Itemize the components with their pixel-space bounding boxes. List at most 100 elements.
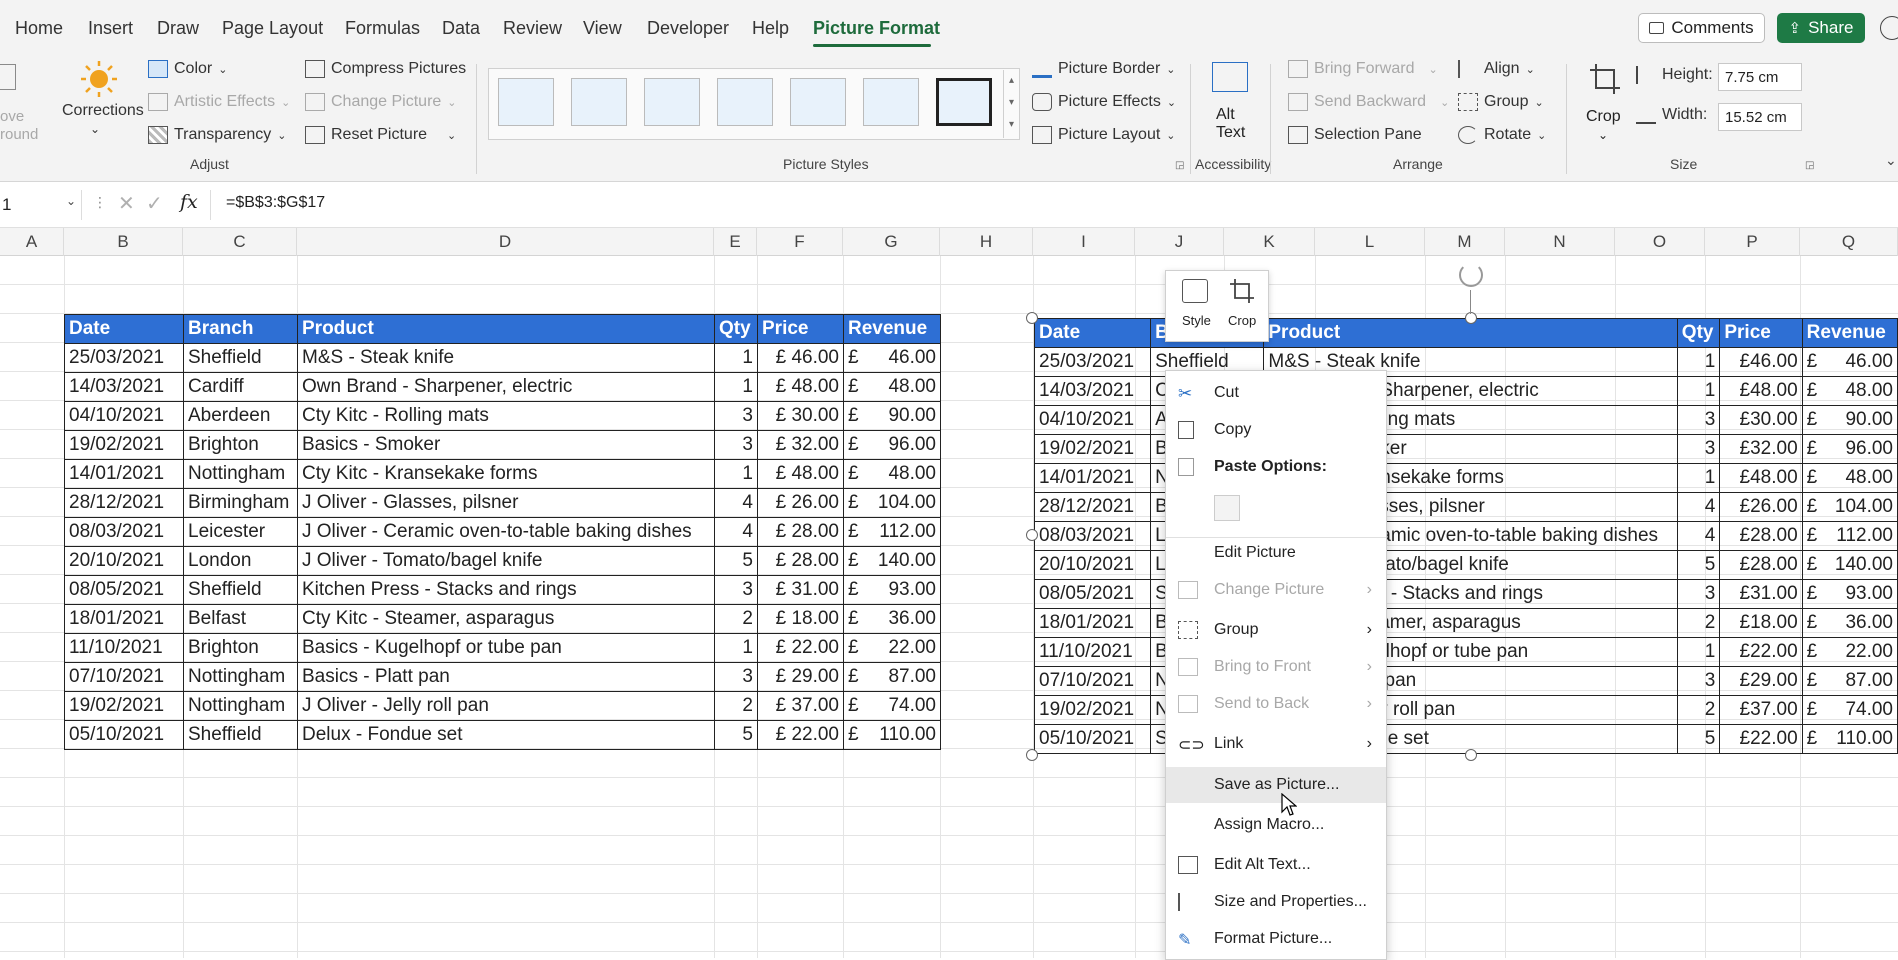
menu-assign-macro[interactable]: Assign Macro... — [1166, 807, 1386, 843]
cell-date[interactable]: 05/10/2021 — [64, 720, 184, 750]
cell-product[interactable]: J Oliver - Jelly roll pan — [297, 691, 715, 721]
cell-qty[interactable]: 3 — [714, 401, 758, 431]
cell-qty[interactable]: 4 — [714, 488, 758, 518]
feedback-smiley-icon[interactable] — [1880, 16, 1898, 40]
tab-home[interactable]: Home — [15, 18, 63, 39]
header-branch[interactable]: Branch — [183, 314, 298, 344]
header-revenue[interactable]: Revenue — [843, 314, 941, 344]
cell-price[interactable]: £ 32.00 — [757, 430, 844, 460]
cell-date[interactable]: 19/02/2021 — [64, 430, 184, 460]
cell-qty[interactable]: 3 — [714, 662, 758, 692]
send-backward-button[interactable]: Send Backward ⌄ — [1288, 93, 1449, 111]
cancel-icon[interactable]: ✕ — [118, 191, 135, 216]
picture-style-4[interactable] — [717, 78, 773, 126]
cell-revenue[interactable]: £87.00 — [843, 662, 941, 692]
cell-branch[interactable]: Leicester — [183, 517, 298, 547]
cell-price[interactable]: £ 29.00 — [757, 662, 844, 692]
tab-formulas[interactable]: Formulas — [345, 18, 420, 39]
cell-date[interactable]: 18/01/2021 — [64, 604, 184, 634]
cell-product[interactable]: J Oliver - Ceramic oven-to-table baking … — [297, 517, 715, 547]
name-box-dropdown-icon[interactable]: ⌄ — [66, 194, 76, 208]
enter-icon[interactable]: ✓ — [146, 191, 163, 216]
cell-revenue[interactable]: £36.00 — [843, 604, 941, 634]
crop-button[interactable]: Crop ⌄ — [1580, 60, 1630, 152]
picture-effects-button[interactable]: Picture Effects ⌄ — [1032, 93, 1176, 111]
picture-style-7[interactable] — [936, 78, 992, 126]
picture-style-5[interactable] — [790, 78, 846, 126]
menu-send-to-back[interactable]: Send to Back › — [1166, 686, 1386, 722]
cell-date[interactable]: 25/03/2021 — [64, 343, 184, 373]
cell-branch[interactable]: Nottingham — [183, 459, 298, 489]
cell-branch[interactable]: Belfast — [183, 604, 298, 634]
cell-branch[interactable]: Brighton — [183, 633, 298, 663]
cell-revenue[interactable]: £48.00 — [843, 372, 941, 402]
header-price[interactable]: Price — [757, 314, 844, 344]
alt-text-button[interactable]: Alt Text — [1200, 60, 1260, 152]
cell-revenue[interactable]: £46.00 — [843, 343, 941, 373]
cell-revenue[interactable]: £90.00 — [843, 401, 941, 431]
remove-background-label-1[interactable]: ove — [0, 108, 24, 125]
comments-button[interactable]: Comments — [1638, 13, 1765, 43]
cell-revenue[interactable]: £140.00 — [843, 546, 941, 576]
cell-branch[interactable]: Cardiff — [183, 372, 298, 402]
tab-view[interactable]: View — [583, 18, 622, 39]
column-header-j[interactable]: J — [1135, 228, 1224, 256]
color-button[interactable]: Color ⌄ — [148, 60, 227, 78]
cell-price[interactable]: £ 18.00 — [757, 604, 844, 634]
cell-date[interactable]: 14/03/2021 — [64, 372, 184, 402]
tab-insert[interactable]: Insert — [88, 18, 133, 39]
menu-save-as-picture[interactable]: Save as Picture... — [1166, 767, 1386, 803]
paste-picture-icon[interactable] — [1214, 495, 1240, 521]
height-input[interactable]: 7.75 cm — [1718, 63, 1802, 91]
cell-branch[interactable]: London — [183, 546, 298, 576]
menu-link[interactable]: ⊂⊃ Link › — [1166, 726, 1386, 762]
cell-price[interactable]: £ 37.00 — [757, 691, 844, 721]
cell-price[interactable]: £ 22.00 — [757, 720, 844, 750]
cell-revenue[interactable]: £110.00 — [843, 720, 941, 750]
cell-branch[interactable]: Sheffield — [183, 343, 298, 373]
cell-revenue[interactable]: £112.00 — [843, 517, 941, 547]
cell-qty[interactable]: 1 — [714, 633, 758, 663]
menu-change-picture[interactable]: Change Picture › — [1166, 572, 1386, 608]
cell-revenue[interactable]: £93.00 — [843, 575, 941, 605]
cell-branch[interactable]: Nottingham — [183, 691, 298, 721]
cell-price[interactable]: £ 28.00 — [757, 546, 844, 576]
cell-product[interactable]: Cty Kitc - Kransekake forms — [297, 459, 715, 489]
picture-style-1[interactable] — [498, 78, 554, 126]
group-button[interactable]: Group ⌄ — [1458, 93, 1544, 111]
cell-product[interactable]: Own Brand - Sharpener, electric — [297, 372, 715, 402]
corrections-button[interactable]: Corrections ⌄ — [62, 56, 144, 148]
cell-branch[interactable]: Birmingham — [183, 488, 298, 518]
cell-date[interactable]: 08/03/2021 — [64, 517, 184, 547]
cell-revenue[interactable]: £74.00 — [843, 691, 941, 721]
cell-product[interactable]: M&S - Steak knife — [297, 343, 715, 373]
cell-qty[interactable]: 3 — [714, 575, 758, 605]
cell-date[interactable]: 04/10/2021 — [64, 401, 184, 431]
cell-product[interactable]: Cty Kitc - Steamer, asparagus — [297, 604, 715, 634]
column-header-f[interactable]: F — [757, 228, 843, 256]
cell-price[interactable]: £ 30.00 — [757, 401, 844, 431]
picture-style-6[interactable] — [863, 78, 919, 126]
cell-date[interactable]: 14/01/2021 — [64, 459, 184, 489]
column-header-k[interactable]: K — [1224, 228, 1315, 256]
formula-input[interactable]: =$B$3:$G$17 — [226, 194, 325, 212]
header-qty[interactable]: Qty — [714, 314, 758, 344]
compress-pictures-button[interactable]: Compress Pictures — [305, 60, 466, 78]
menu-edit-picture[interactable]: Edit Picture — [1166, 535, 1386, 571]
column-header-n[interactable]: N — [1505, 228, 1615, 256]
cell-product[interactable]: J Oliver - Glasses, pilsner — [297, 488, 715, 518]
cell-qty[interactable]: 4 — [714, 517, 758, 547]
cell-product[interactable]: Basics - Platt pan — [297, 662, 715, 692]
cell-qty[interactable]: 5 — [714, 720, 758, 750]
picture-style-2[interactable] — [571, 78, 627, 126]
table-picture[interactable]: Date Branch Product Qty Price Revenue 25… — [1032, 318, 1898, 755]
cell-date[interactable]: 19/02/2021 — [64, 691, 184, 721]
bring-forward-button[interactable]: Bring Forward ⌄ — [1288, 60, 1438, 78]
cell-qty[interactable]: 2 — [714, 604, 758, 634]
cell-qty[interactable]: 1 — [714, 372, 758, 402]
resize-handle-middle-left[interactable] — [1026, 529, 1038, 541]
tab-help[interactable]: Help — [752, 18, 789, 39]
insert-function-icon[interactable]: fx — [180, 191, 198, 213]
cell-price[interactable]: £ 46.00 — [757, 343, 844, 373]
resize-handle-top-left[interactable] — [1026, 312, 1038, 324]
